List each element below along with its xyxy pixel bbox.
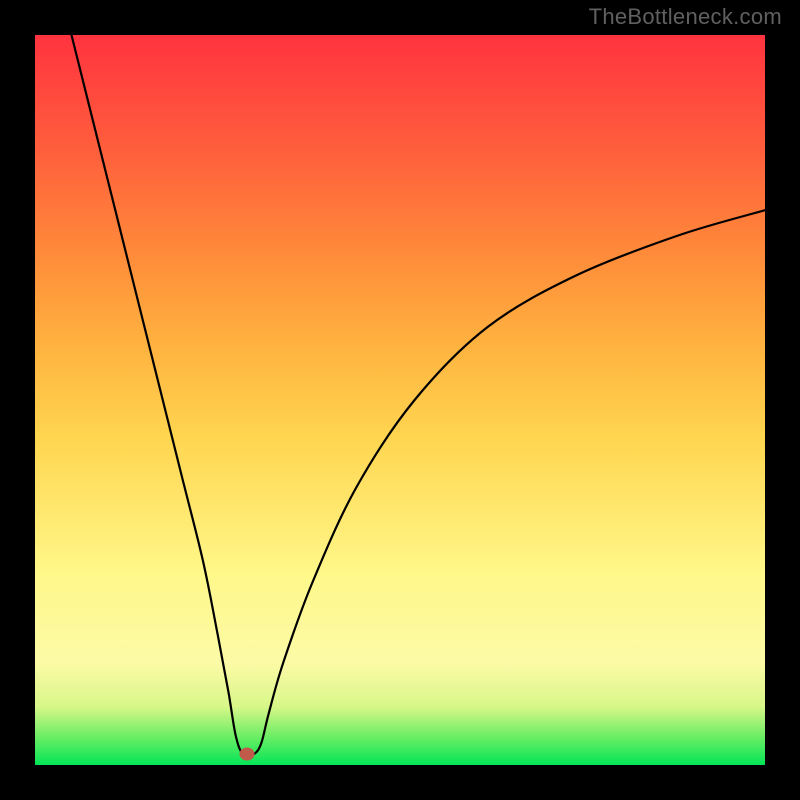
watermark-text: TheBottleneck.com: [589, 4, 782, 30]
plot-area: [35, 35, 765, 765]
minimum-marker: [239, 748, 254, 761]
bottleneck-curve: [35, 35, 765, 765]
chart-frame: TheBottleneck.com: [0, 0, 800, 800]
